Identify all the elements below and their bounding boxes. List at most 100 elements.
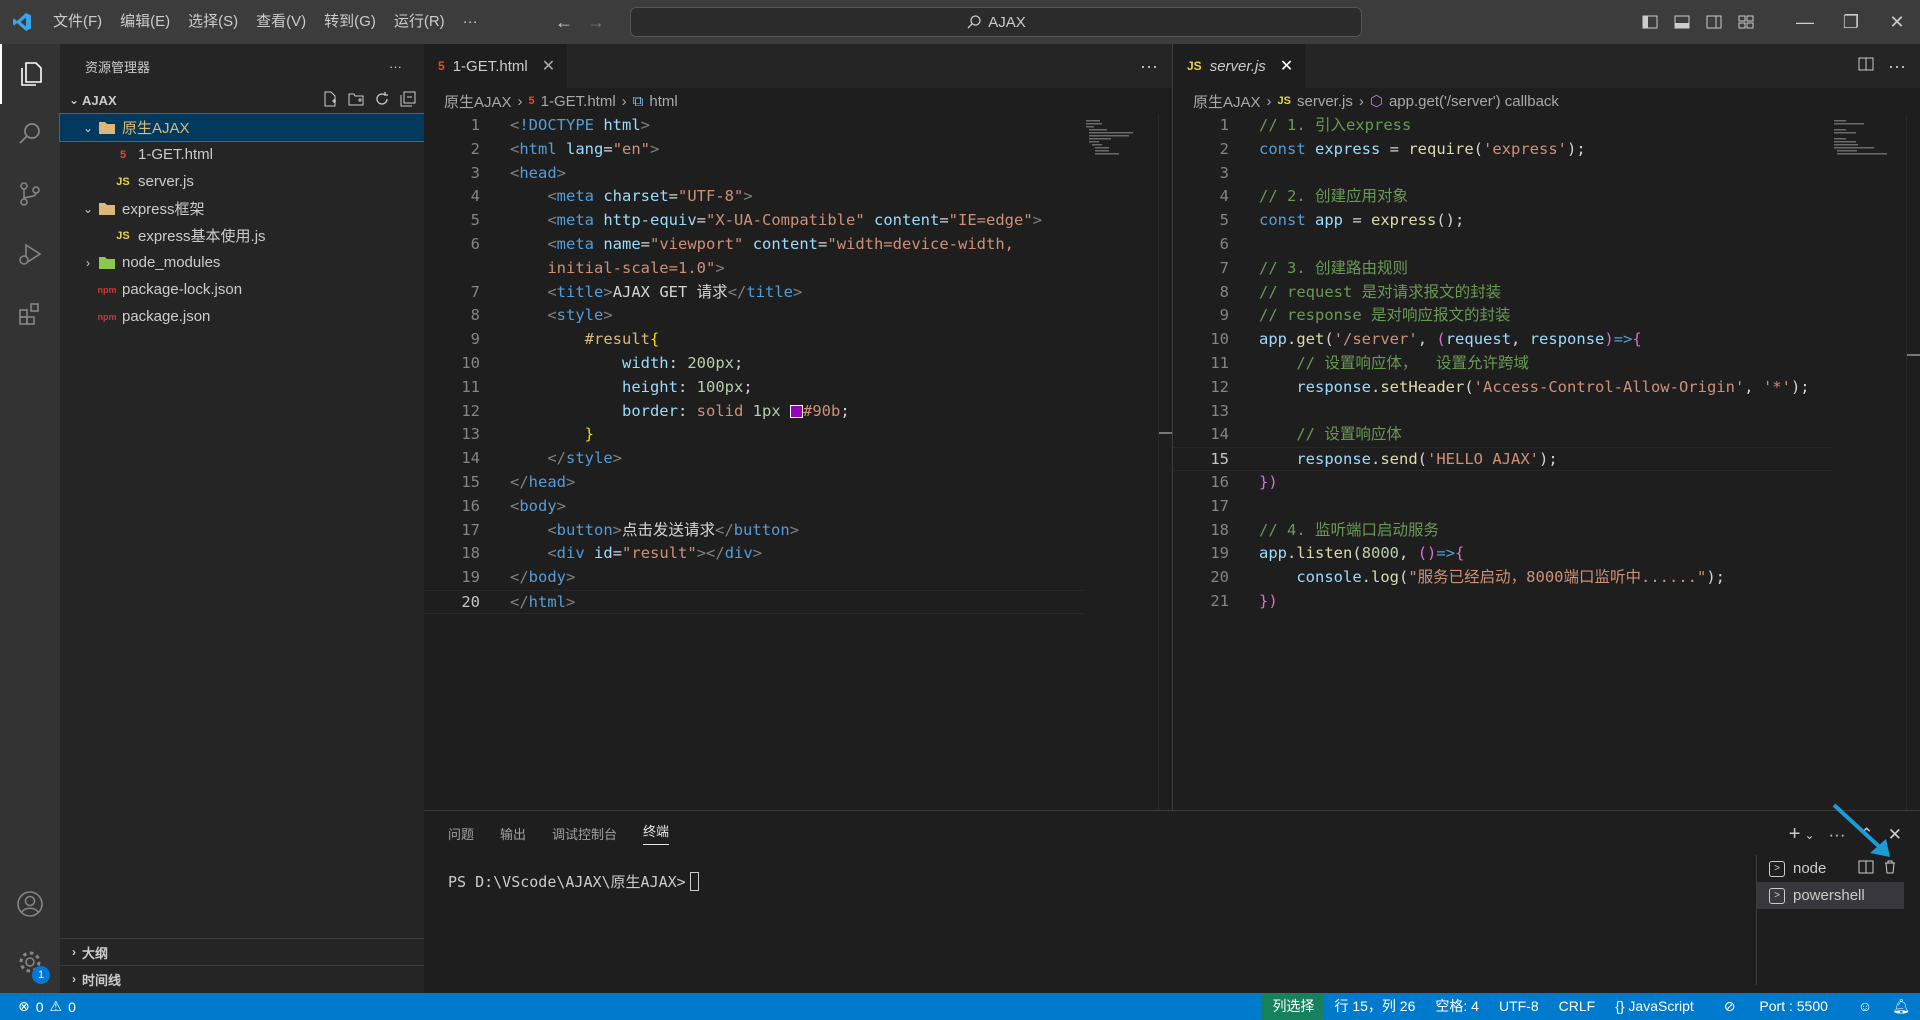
problems-status[interactable]: ⊗ 0 ⚠ 0 <box>0 998 76 1015</box>
code-line: initial-scale=1.0"> <box>547 258 725 277</box>
tree-item-file-express-basic[interactable]: JS express基本使用.js <box>60 222 424 249</box>
error-icon: ⊗ <box>18 998 30 1014</box>
tab-get-html[interactable]: 5 1-GET.html ✕ <box>424 44 569 88</box>
terminal-item-powershell[interactable]: > powershell <box>1757 882 1904 909</box>
timeline-section-header[interactable]: › 时间线 <box>60 965 424 992</box>
breadcrumb-file[interactable]: 1-GET.html <box>541 93 616 110</box>
extensions-icon[interactable] <box>0 284 60 344</box>
tab-debug-console[interactable]: 调试控制台 <box>552 824 617 843</box>
breadcrumb-symbol[interactable]: html <box>649 93 677 110</box>
menu-selection[interactable]: 选择(S) <box>179 0 247 44</box>
explorer-icon[interactable] <box>0 44 60 104</box>
terminal-dropdown-chevron-icon[interactable]: ⌄ <box>1804 828 1814 842</box>
new-file-icon[interactable] <box>322 91 338 110</box>
editor-scrollbar[interactable] <box>1158 114 1173 810</box>
restore-icon[interactable]: ❐ <box>1828 0 1874 44</box>
column-selection-mode[interactable]: 列选择 <box>1262 993 1325 1020</box>
run-debug-icon[interactable] <box>0 224 60 284</box>
code-line: 17 <box>1210 496 1229 515</box>
new-terminal-icon[interactable]: + <box>1789 823 1801 846</box>
source-control-icon[interactable] <box>0 164 60 224</box>
command-center-search[interactable]: AJAX <box>630 7 1362 37</box>
tab-terminal[interactable]: 终端 <box>643 821 670 845</box>
tree-item-folder-native-ajax[interactable]: ⌄ 原生AJAX <box>59 113 425 142</box>
toggle-secondary-sidebar-icon[interactable] <box>1698 0 1730 44</box>
menu-view[interactable]: 查看(V) <box>247 0 315 44</box>
back-arrow-icon[interactable]: ← <box>555 12 573 33</box>
annotation-arrow-icon <box>1832 803 1890 857</box>
new-folder-icon[interactable] <box>348 91 364 110</box>
code-line: 3 <head> <box>470 163 567 182</box>
terminal-output[interactable]: PS D:\VScode\AJAX\原生AJAX> <box>448 871 699 892</box>
timeline-label: 时间线 <box>82 972 122 988</box>
code-editor-html[interactable]: 1 <!DOCTYPE html> 2 <html lang="en"> 3 <hea… <box>424 114 1172 810</box>
breadcrumb-folder[interactable]: 原生AJAX <box>444 91 512 112</box>
code-line: 20 </html> <box>424 589 1084 614</box>
code-line: 14 // 设置响应体 <box>1210 425 1402 444</box>
terminal-item-label: node <box>1793 860 1827 877</box>
close-window-icon[interactable]: ✕ <box>1874 0 1920 44</box>
code-line: 2 const express = require('express'); <box>1219 139 1586 158</box>
encoding[interactable]: UTF-8 <box>1489 993 1549 1020</box>
live-server-port[interactable]: ⊘ Port : 5500 <box>1704 993 1848 1020</box>
toggle-panel-icon[interactable] <box>1666 0 1698 44</box>
explorer-more-icon[interactable]: ··· <box>389 59 402 74</box>
code-line: 9// response 是对响应报文的封装 <box>1219 306 1511 325</box>
code-line: 1// 1. 引入express <box>1219 116 1412 134</box>
code-line: 13 } <box>461 425 594 444</box>
terminal-item-node[interactable]: > node <box>1757 855 1904 882</box>
menu-goto[interactable]: 转到(G) <box>315 0 385 44</box>
explorer-title: 资源管理器 <box>85 59 151 75</box>
menu-run[interactable]: 运行(R) <box>385 0 454 44</box>
menu-more[interactable]: ··· <box>454 0 487 44</box>
menu-file[interactable]: 文件(F) <box>44 0 111 44</box>
bottom-panel: 问题 输出 调试控制台 终端 + ⌄ ··· ⌃ ✕ PS D:\VScode\… <box>424 803 1920 993</box>
outline-section-header[interactable]: › 大纲 <box>60 938 424 965</box>
tree-item-folder-express[interactable]: ⌄ express框架 <box>60 195 424 222</box>
menu-edit[interactable]: 编辑(E) <box>111 0 179 44</box>
forward-arrow-icon[interactable]: → <box>587 12 605 33</box>
tab-output[interactable]: 输出 <box>500 824 526 843</box>
customize-layout-icon[interactable] <box>1730 0 1762 44</box>
tree-item-label: node_modules <box>122 254 221 271</box>
tab-problems[interactable]: 问题 <box>448 824 474 843</box>
end-of-line[interactable]: CRLF <box>1549 993 1606 1020</box>
close-tab-icon[interactable]: ✕ <box>542 56 555 76</box>
search-sidebar-icon[interactable] <box>0 104 60 164</box>
split-terminal-icon[interactable] <box>1858 859 1874 879</box>
editor-scrollbar[interactable] <box>1906 114 1920 810</box>
breadcrumb-folder[interactable]: 原生AJAX <box>1193 91 1261 112</box>
chevron-right-icon: › <box>1266 92 1272 110</box>
close-tab-icon[interactable]: ✕ <box>1280 56 1293 76</box>
minimap[interactable] <box>1086 120 1142 160</box>
cursor-position[interactable]: 行 15，列 26 <box>1324 993 1425 1020</box>
kill-terminal-trash-icon[interactable] <box>1882 859 1898 879</box>
collapse-all-icon[interactable] <box>400 91 416 110</box>
tree-item-file-server-js[interactable]: JS server.js <box>60 168 424 195</box>
node-folder-icon <box>96 256 118 270</box>
workspace-section-header[interactable]: ⌄ AJAX <box>60 88 424 112</box>
toggle-sidebar-icon[interactable] <box>1634 0 1666 44</box>
refresh-icon[interactable] <box>374 91 390 110</box>
tree-item-folder-node-modules[interactable]: › node_modules <box>60 249 424 276</box>
split-editor-icon[interactable] <box>1858 56 1874 77</box>
minimize-icon[interactable]: — <box>1782 0 1828 44</box>
editor-more-icon[interactable]: ··· <box>1140 56 1158 77</box>
minimap[interactable] <box>1834 120 1890 160</box>
tree-item-file-get-html[interactable]: 5 1-GET.html <box>60 141 424 168</box>
color-swatch[interactable] <box>790 404 804 418</box>
accounts-icon[interactable] <box>0 874 60 934</box>
folder-open-icon <box>96 202 118 216</box>
language-mode[interactable]: {} JavaScript <box>1605 993 1704 1020</box>
tab-server-js[interactable]: JS server.js ✕ <box>1173 44 1307 88</box>
indentation[interactable]: 空格: 4 <box>1425 993 1489 1020</box>
tree-item-file-package[interactable]: npm package.json <box>60 303 424 330</box>
editor-more-icon[interactable]: ··· <box>1888 56 1906 77</box>
feedback-icon[interactable]: ☺ <box>1848 993 1882 1020</box>
breadcrumb-symbol[interactable]: app.get('/server') callback <box>1389 93 1559 110</box>
tree-item-file-package-lock[interactable]: npm package-lock.json <box>60 276 424 303</box>
breadcrumb-file[interactable]: server.js <box>1297 93 1353 110</box>
manage-gear-icon[interactable]: 1 <box>0 932 60 992</box>
code-editor-js[interactable]: 1// 1. 引入express 2 const express = requir… <box>1173 114 1920 810</box>
notifications-bell-icon[interactable]: 🔔︎ <box>1882 993 1920 1020</box>
